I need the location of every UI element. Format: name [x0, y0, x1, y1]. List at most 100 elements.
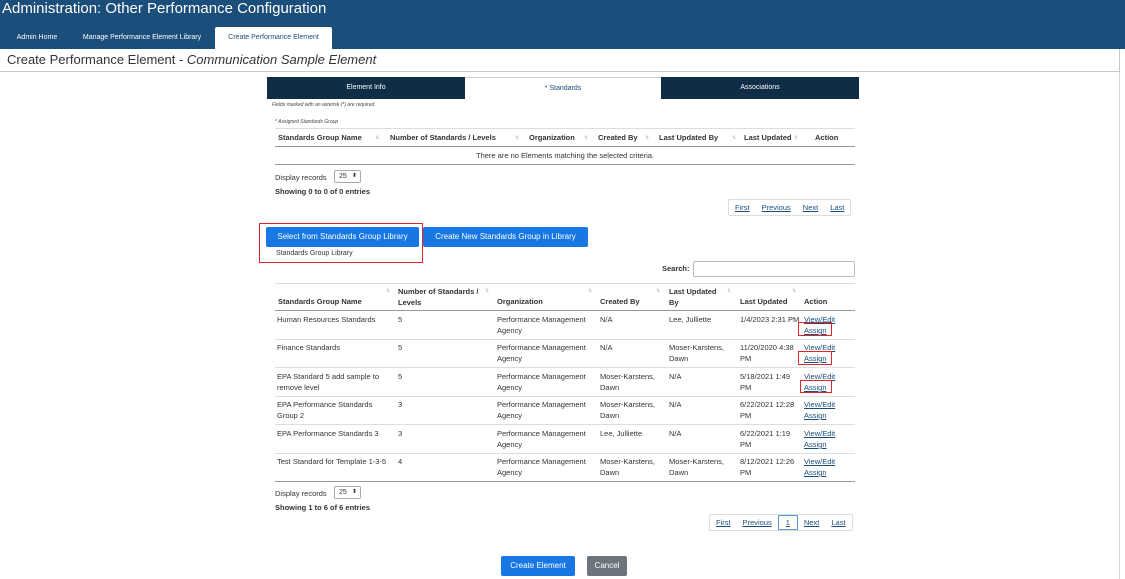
table-top-border	[275, 283, 855, 284]
sort-icon[interactable]: ⇅	[656, 288, 660, 294]
row-divider	[275, 424, 855, 425]
cancel-button[interactable]: Cancel	[587, 556, 627, 576]
cell-updated-by: N/A	[669, 429, 682, 438]
col-header-num[interactable]: Number of Standards / Levels	[390, 133, 496, 142]
table-top-border	[275, 128, 855, 129]
cell-num: 3	[398, 400, 403, 409]
cell-updated-by: Lee, Julliette	[669, 315, 712, 324]
pager-next[interactable]: Next	[797, 200, 824, 215]
col-header-num[interactable]: Number of Standards / Levels	[398, 286, 483, 308]
cell-created: Moser-Karstens, Dawn	[600, 400, 656, 420]
sort-icon[interactable]: ⇅	[794, 135, 798, 141]
display-records-select[interactable]: 25 ⬍	[334, 486, 361, 499]
cell-org: Performance Management Agency	[497, 372, 586, 392]
cell-org: Performance Management Agency	[497, 315, 586, 335]
library-dropdown-item[interactable]: Standards Group Library	[276, 250, 353, 257]
view-edit-link[interactable]: View/Edit	[804, 428, 835, 439]
create-new-group-button[interactable]: Create New Standards Group in Library	[423, 227, 588, 247]
col-header-updated[interactable]: Last Updated	[740, 297, 788, 306]
display-records-label: Display records	[275, 173, 327, 182]
cell-name: Finance Standards	[277, 343, 340, 352]
assign-link[interactable]: Assign	[804, 439, 827, 450]
display-records-select[interactable]: 25 ⬍	[334, 170, 361, 183]
cell-num: 5	[398, 343, 403, 352]
sort-icon[interactable]: ⇅	[732, 135, 736, 141]
sort-icon[interactable]: ⇅	[375, 135, 379, 141]
sort-icon[interactable]: ⇅	[515, 135, 519, 141]
row-divider	[275, 339, 855, 340]
sort-icon[interactable]: ⇅	[727, 288, 731, 294]
col-header-org[interactable]: Organization	[497, 297, 543, 306]
nav-manage-library[interactable]: Manage Performance Element Library	[72, 27, 212, 49]
cell-created: Lee, Julliette	[600, 429, 643, 438]
assigned-pager: First Previous Next Last	[728, 199, 852, 216]
cell-created: N/A	[600, 343, 613, 352]
tab-element-info[interactable]: Element Info	[267, 77, 465, 99]
assign-link[interactable]: Assign	[804, 467, 827, 478]
pager-last[interactable]: Last	[825, 515, 851, 530]
cell-name: EPA Performance Standards Group 2	[277, 400, 373, 420]
required-note: Fields marked with an asterisk (*) are r…	[272, 102, 376, 108]
pager-previous[interactable]: Previous	[756, 200, 797, 215]
cell-org: Performance Management Agency	[497, 400, 586, 420]
tab-associations[interactable]: Associations	[661, 77, 859, 99]
row-divider	[275, 367, 855, 368]
col-header-name[interactable]: Standards Group Name	[278, 133, 362, 142]
cell-name: Human Resources Standards	[277, 315, 376, 324]
cell-updated: 6/22/2021 1:19 PM	[740, 429, 791, 449]
sort-icon[interactable]: ⇅	[588, 288, 592, 294]
col-header-updated[interactable]: Last Updated	[744, 133, 792, 142]
sort-icon[interactable]: ⇅	[645, 135, 649, 141]
cell-updated: 11/20/2020 4:38 PM	[740, 343, 794, 363]
sort-icon[interactable]: ⇅	[792, 288, 796, 294]
cell-name: Test Standard for Template 1-3-5	[277, 457, 387, 466]
pager-next[interactable]: Next	[798, 515, 825, 530]
cell-org: Performance Management Agency	[497, 429, 586, 449]
view-edit-link[interactable]: View/Edit	[804, 399, 835, 410]
cell-updated: 1/4/2023 2:31 PM	[740, 315, 800, 324]
cell-created: Moser-Karstens, Dawn	[600, 457, 656, 477]
view-edit-link[interactable]: View/Edit	[804, 456, 835, 467]
pager-previous[interactable]: Previous	[737, 515, 778, 530]
pager-first[interactable]: First	[729, 200, 756, 215]
sort-icon[interactable]: ⇅	[386, 288, 390, 294]
app-header: Administration: Other Performance Config…	[0, 0, 1125, 49]
select-library-button[interactable]: Select from Standards Group Library	[266, 227, 419, 247]
header-divider	[275, 146, 855, 147]
entries-info: Showing 0 to 0 of 0 entries	[275, 187, 371, 196]
page-title-prefix: Create Performance Element -	[7, 52, 187, 67]
col-header-org[interactable]: Organization	[529, 133, 575, 142]
col-header-updated-by[interactable]: Last Updated By	[659, 133, 718, 142]
cell-updated-by: N/A	[669, 400, 682, 409]
tab-standards[interactable]: * Standards	[465, 77, 661, 99]
search-input[interactable]	[693, 261, 855, 277]
pager-page-1[interactable]: 1	[777, 515, 798, 530]
sort-icon[interactable]: ⇅	[485, 288, 489, 294]
cell-created: Moser-Karstens, Dawn	[600, 372, 656, 392]
entries-info: Showing 1 to 6 of 6 entries	[275, 503, 371, 512]
display-records-value: 25	[339, 489, 347, 496]
assigned-group-label: * Assigned Standards Group	[275, 119, 339, 125]
display-records-value: 25	[339, 173, 347, 180]
cell-updated-by: Moser-Karstens, Dawn	[669, 457, 725, 477]
col-header-created[interactable]: Created By	[598, 133, 638, 142]
sort-icon[interactable]: ⇅	[584, 135, 588, 141]
nav-create-element[interactable]: Create Performance Element	[215, 27, 332, 49]
assign-link[interactable]: Assign	[804, 410, 827, 421]
table-bottom-border	[275, 481, 855, 482]
page-title-element: Communication Sample Element	[186, 52, 377, 67]
col-header-created[interactable]: Created By	[600, 297, 640, 306]
cell-num: 5	[398, 372, 403, 381]
cell-updated-by: Moser-Karstens, Dawn	[669, 343, 725, 363]
col-header-updated-by[interactable]: Last Updated By	[669, 286, 724, 308]
row-divider	[275, 453, 855, 454]
col-header-action: Action	[815, 133, 839, 142]
pager-first[interactable]: First	[710, 515, 737, 530]
col-header-name[interactable]: Standards Group Name	[278, 297, 362, 306]
create-element-button[interactable]: Create Element	[501, 556, 575, 576]
cell-num: 4	[398, 457, 403, 466]
frame-border	[1119, 72, 1120, 579]
nav-admin-home[interactable]: Admin Home	[6, 27, 68, 49]
cell-org: Performance Management Agency	[497, 343, 586, 363]
pager-last[interactable]: Last	[824, 200, 850, 215]
